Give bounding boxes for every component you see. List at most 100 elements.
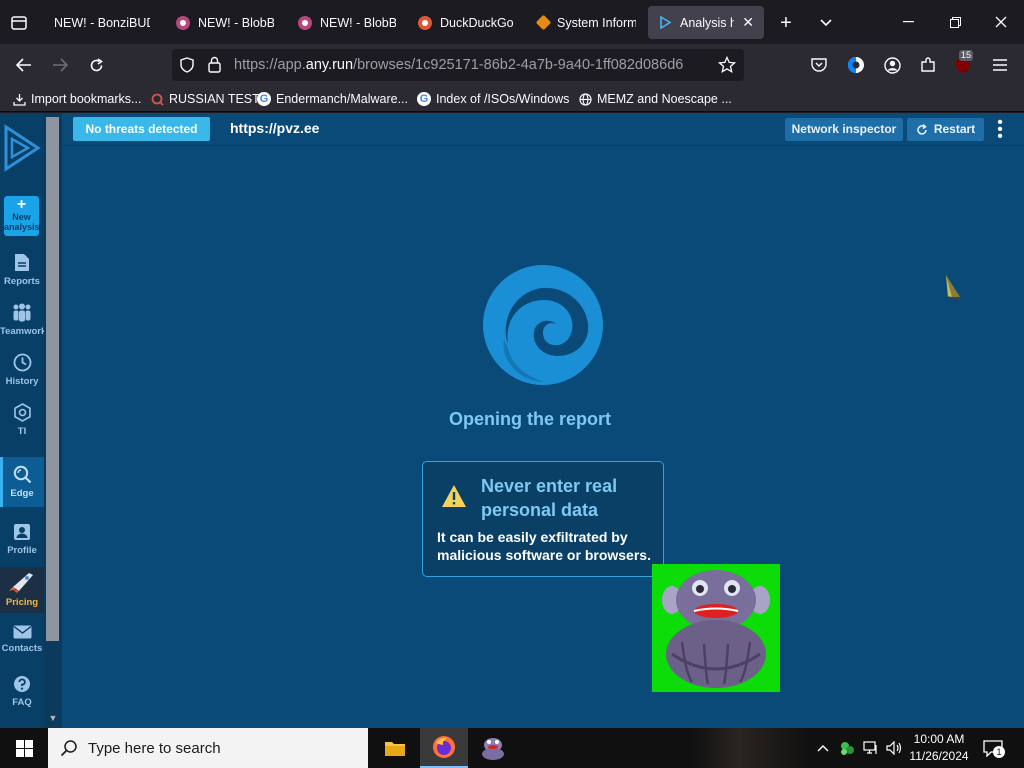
- reload-icon[interactable]: [84, 53, 108, 77]
- start-button[interactable]: [0, 728, 48, 768]
- tab-bar: NEW! - BonziBUDDY NEW! - BlobBUDDY NEW! …: [0, 0, 1024, 44]
- tab-title: System Information: [557, 15, 636, 30]
- opening-report-text: Opening the report: [449, 409, 611, 429]
- bookmark-import[interactable]: Import bookmarks...: [12, 90, 141, 108]
- bookmark-label: MEMZ and Noescape ...: [597, 92, 732, 106]
- tab-analysis[interactable]: Analysis https ✕: [648, 6, 764, 39]
- sidebar-item-label: FAQ: [12, 697, 32, 708]
- folder-icon: [385, 742, 405, 756]
- plus-icon: +: [16, 196, 27, 213]
- scroll-down-icon[interactable]: ▼: [44, 713, 62, 723]
- sidebar-item-label: Profile: [7, 545, 37, 556]
- threat-intel-icon: [13, 403, 31, 422]
- tab-bonzibuddy[interactable]: NEW! - BonziBUDDY: [44, 6, 160, 39]
- volume-icon[interactable]: [884, 738, 904, 758]
- notifications-icon[interactable]: 1: [980, 737, 1006, 759]
- ublock-icon[interactable]: 15: [952, 50, 974, 76]
- warning-title: Never enter real personal data: [481, 476, 618, 520]
- network-inspector-button[interactable]: Network inspector: [785, 118, 903, 141]
- firefox-button[interactable]: [420, 728, 468, 768]
- blob-icon: [298, 15, 312, 30]
- taskbar-search[interactable]: Type here to search: [48, 728, 368, 768]
- page-content: + New analysis Reports Teamwork History …: [0, 113, 1024, 728]
- bookmark-memz[interactable]: MEMZ and Noescape ...: [578, 90, 732, 108]
- restore-icon[interactable]: [943, 10, 967, 34]
- history-icon: [13, 353, 31, 372]
- navigation-bar: https://app.any.run/browses/1c925171-86b…: [0, 44, 1024, 86]
- extension-badge: 15: [959, 50, 974, 61]
- show-hidden-icons[interactable]: [814, 738, 832, 758]
- anyrun-icon: [658, 16, 672, 30]
- close-tab-icon[interactable]: ✕: [742, 14, 754, 31]
- close-window-icon[interactable]: [989, 10, 1013, 34]
- bookmark-russian-test[interactable]: RUSSIAN TEST: [150, 90, 260, 108]
- sidebar-item-pricing[interactable]: Pricing: [0, 567, 44, 613]
- list-tabs-icon[interactable]: [814, 11, 838, 35]
- sidebar-item-edge[interactable]: Edge: [0, 457, 44, 507]
- magnifier-icon: [13, 465, 31, 484]
- bookmark-isos-windows[interactable]: G Index of /ISOs/Windows: [417, 90, 569, 108]
- tray-app-icon[interactable]: [838, 738, 856, 758]
- tab-blobbuddy-1[interactable]: NEW! - BlobBUDDY: [166, 6, 284, 39]
- notification-count: 1: [993, 746, 1005, 758]
- search-icon: [60, 740, 77, 757]
- clock-time: 10:00 AM: [913, 732, 965, 746]
- minimize-icon[interactable]: [896, 10, 920, 34]
- search-placeholder: Type here to search: [88, 739, 221, 757]
- bookmark-star-icon[interactable]: [717, 55, 737, 79]
- forward-icon[interactable]: [48, 53, 72, 77]
- network-icon[interactable]: [861, 738, 881, 758]
- tab-blobbuddy-2[interactable]: NEW! - BlobBUDDY: [288, 6, 406, 39]
- sidebar-item-label: Reports: [4, 276, 40, 287]
- extensions-icon[interactable]: [917, 54, 939, 76]
- anyrun-logo[interactable]: [2, 123, 42, 173]
- help-icon: [14, 676, 30, 692]
- system-clock[interactable]: 10:00 AM 11/26/2024: [906, 731, 972, 765]
- account-icon[interactable]: [881, 54, 903, 76]
- sidebar-item-profile[interactable]: Profile: [0, 523, 44, 565]
- warning-box: Never enter real personal data It can be…: [422, 461, 664, 577]
- sidebar-item-label: Edge: [10, 488, 34, 499]
- windows-logo-icon: [15, 739, 33, 757]
- warning-body: It can be easily exfiltrated by maliciou…: [437, 529, 651, 563]
- sidebar-item-history[interactable]: History: [0, 353, 44, 395]
- taskbar-wallpaper-strip: [690, 728, 810, 768]
- sidebar-item-label: Contacts: [1, 643, 43, 654]
- bookmark-label: Endermanch/Malware...: [276, 92, 409, 106]
- clock-date: 11/26/2024: [909, 749, 969, 763]
- tab-duckduckgo[interactable]: DuckDuckGo: [408, 6, 526, 39]
- new-tab-icon[interactable]: +: [774, 11, 798, 35]
- tab-title: Analysis https: [680, 15, 735, 30]
- back-icon[interactable]: [12, 53, 36, 77]
- tab-overview-icon[interactable]: [8, 12, 30, 34]
- analysis-topbar: No threats detected https://pvz.ee Netwo…: [62, 113, 1024, 146]
- menu-icon[interactable]: [989, 54, 1011, 76]
- sidebar-item-ti[interactable]: TI: [0, 403, 44, 445]
- duckduckgo-icon: [418, 15, 432, 30]
- scrollbar-thumb[interactable]: [46, 117, 59, 641]
- url-text[interactable]: https://app.any.run/browses/1c925171-86b…: [234, 57, 683, 73]
- google-icon: G: [417, 92, 431, 106]
- url-bar[interactable]: https://app.any.run/browses/1c925171-86b…: [172, 49, 744, 81]
- lock-icon[interactable]: [208, 56, 221, 78]
- dark-reader-icon[interactable]: [845, 54, 867, 76]
- windows-taskbar: Type here to search 10:00 AM 11/26/2024 …: [0, 728, 1024, 768]
- warning-icon: [441, 484, 467, 513]
- bookmark-endermanch[interactable]: G Endermanch/Malware...: [257, 90, 408, 108]
- bonzibuddy-button[interactable]: [469, 728, 517, 768]
- tab-system-information[interactable]: System Information: [528, 6, 646, 39]
- threat-status-badge: No threats detected: [73, 117, 210, 141]
- sidebar-item-reports[interactable]: Reports: [0, 253, 44, 295]
- shield-icon[interactable]: [180, 57, 194, 78]
- pocket-icon[interactable]: [808, 54, 830, 76]
- file-explorer-button[interactable]: [371, 728, 419, 768]
- sidebar-item-label: History: [5, 376, 39, 387]
- more-options-icon[interactable]: • • •: [994, 115, 1006, 145]
- sidebar-item-faq[interactable]: FAQ: [0, 675, 44, 717]
- bookmarks-toolbar: Import bookmarks... RUSSIAN TEST G Ender…: [0, 86, 1024, 112]
- sidebar-item-teamwork[interactable]: Teamwork: [0, 303, 46, 345]
- bonzi-character[interactable]: [652, 564, 780, 692]
- sidebar-item-contacts[interactable]: Contacts: [0, 625, 44, 667]
- new-analysis-button[interactable]: + New analysis: [4, 196, 40, 236]
- restart-button[interactable]: Restart: [907, 118, 984, 141]
